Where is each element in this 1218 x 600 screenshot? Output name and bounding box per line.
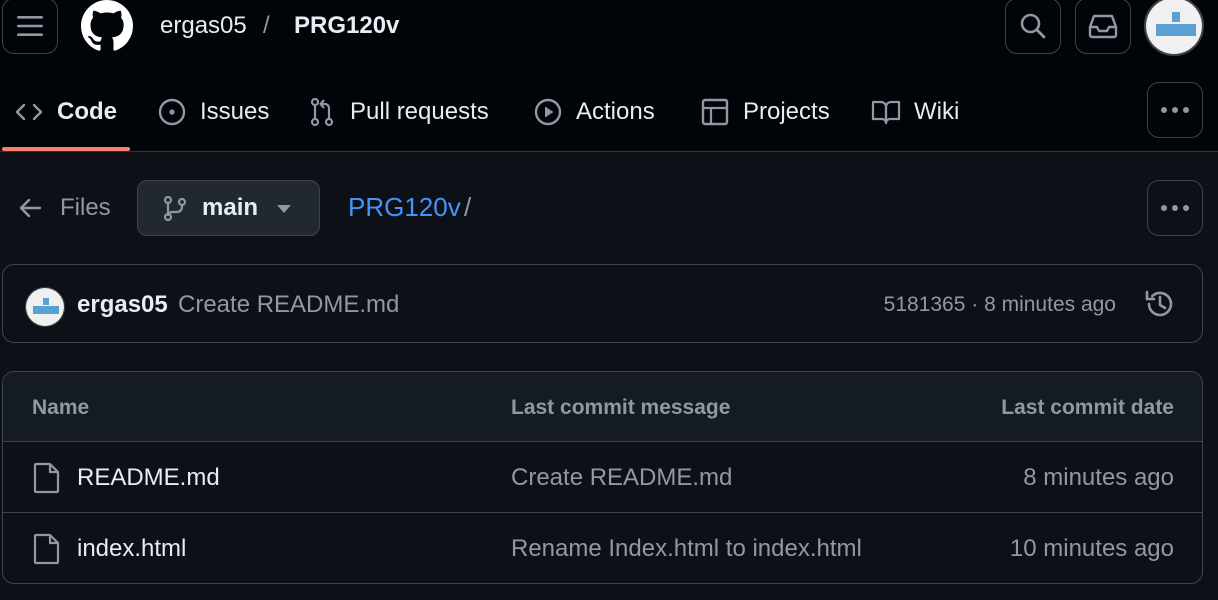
avatar-identicon xyxy=(26,288,64,326)
inbox-icon xyxy=(1088,14,1118,39)
code-icon xyxy=(15,103,43,121)
commit-hash-and-time[interactable]: 5181365 · 8 minutes ago xyxy=(884,293,1116,317)
breadcrumb-owner[interactable]: ergas05 xyxy=(160,12,247,40)
kebab-horizontal-icon xyxy=(1161,107,1189,113)
back-to-files-button[interactable]: Files xyxy=(18,190,111,226)
column-header-commit-message: Last commit message xyxy=(511,396,731,419)
column-header-name: Name xyxy=(32,396,90,419)
back-to-files-label: Files xyxy=(60,194,111,221)
latest-commit-box: ergas05 Create README.md 5181365 · 8 min… xyxy=(2,264,1203,343)
tab-code[interactable]: Code xyxy=(14,92,117,132)
file-icon xyxy=(33,533,60,565)
repo-nav: Code Issues Pull requests Actions Projec… xyxy=(0,84,1218,152)
table-row[interactable]: README.md Create README.md 8 minutes ago xyxy=(3,442,1202,513)
tab-code-label: Code xyxy=(57,98,117,125)
commit-author-avatar[interactable] xyxy=(25,287,65,327)
file-commit-message-link[interactable]: Rename Index.html to index.html xyxy=(511,535,862,563)
tab-actions-label: Actions xyxy=(576,98,655,125)
menu-icon xyxy=(17,16,43,36)
selected-tab-indicator xyxy=(2,147,130,151)
tab-projects-label: Projects xyxy=(743,98,830,125)
history-icon[interactable] xyxy=(1143,287,1177,321)
avatar-identicon xyxy=(1146,0,1202,54)
breadcrumb-repo[interactable]: PRG120v xyxy=(294,12,399,40)
tab-wiki-label: Wiki xyxy=(914,98,960,125)
app-header: ergas05 / PRG120v Code Issues Pull reque… xyxy=(0,0,1218,152)
breadcrumb-separator: / xyxy=(263,12,270,39)
file-commit-date: 8 minutes ago xyxy=(1023,464,1174,491)
file-name-link[interactable]: README.md xyxy=(77,464,220,492)
user-avatar[interactable] xyxy=(1144,0,1204,56)
file-icon xyxy=(33,462,60,494)
file-commit-message-link[interactable]: Create README.md xyxy=(511,464,732,492)
menu-button[interactable] xyxy=(2,0,58,54)
branch-selector[interactable]: main xyxy=(137,180,320,236)
tab-pull-requests[interactable]: Pull requests xyxy=(307,92,489,132)
path-separator: / xyxy=(464,192,472,222)
commit-message[interactable]: Create README.md xyxy=(178,291,399,319)
git-pull-request-icon xyxy=(310,97,334,127)
inbox-button[interactable] xyxy=(1075,0,1131,54)
path-repo-link[interactable]: PRG120v xyxy=(348,192,461,223)
column-header-commit-date: Last commit date xyxy=(1001,396,1174,419)
issue-opened-icon xyxy=(158,98,186,126)
book-icon xyxy=(871,100,901,125)
commit-author[interactable]: ergas05 xyxy=(77,291,168,319)
tab-issues[interactable]: Issues xyxy=(157,92,269,132)
tab-issues-label: Issues xyxy=(200,98,270,125)
file-commit-date: 10 minutes ago xyxy=(1009,535,1174,562)
table-icon xyxy=(701,98,729,126)
tab-projects[interactable]: Projects xyxy=(700,92,830,132)
table-row[interactable]: index.html Rename Index.html to index.ht… xyxy=(3,513,1202,583)
arrow-left-icon xyxy=(19,198,42,218)
files-table: Name Last commit message Last commit dat… xyxy=(2,371,1203,584)
triangle-down-icon xyxy=(277,205,291,213)
github-logo-icon[interactable] xyxy=(80,0,134,52)
nav-more-button[interactable] xyxy=(1147,82,1203,138)
tab-wiki[interactable]: Wiki xyxy=(871,92,959,132)
branch-name: main xyxy=(202,194,259,221)
git-branch-icon xyxy=(163,195,187,221)
table-header: Name Last commit message Last commit dat… xyxy=(3,372,1202,442)
kebab-horizontal-icon xyxy=(1161,205,1189,211)
files-more-button[interactable] xyxy=(1147,180,1203,236)
tab-actions[interactable]: Actions xyxy=(533,92,655,132)
file-name-link[interactable]: index.html xyxy=(77,535,186,563)
tab-pull-requests-label: Pull requests xyxy=(350,98,489,125)
search-button[interactable] xyxy=(1005,0,1061,54)
search-icon xyxy=(1020,13,1046,39)
play-icon xyxy=(534,98,562,126)
